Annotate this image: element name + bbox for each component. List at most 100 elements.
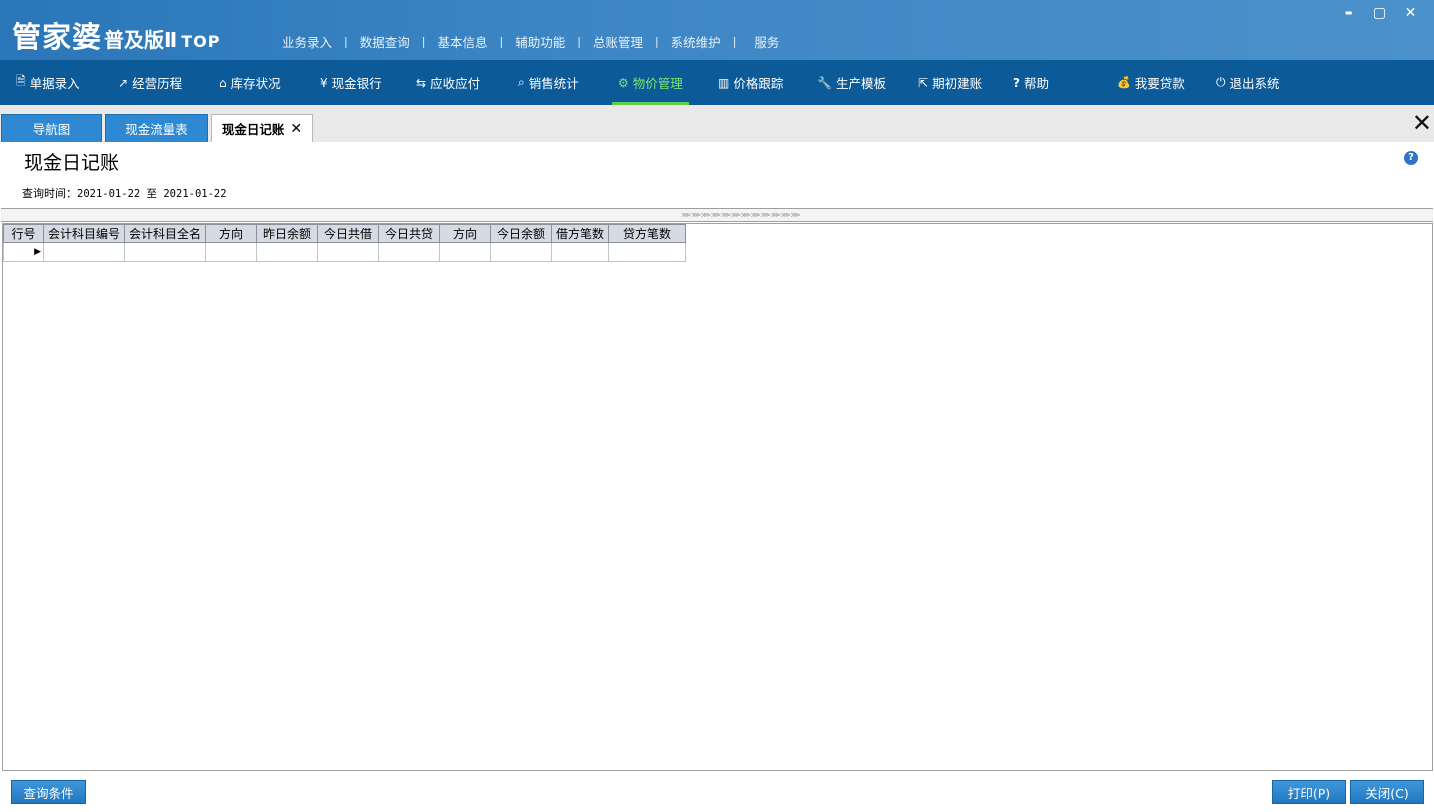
toolbar-label: 单据录入	[29, 76, 80, 91]
splitter[interactable]: ⋙⋙⋙⋙⋙⋙⋙⋙⋙⋙⋙⋙	[1, 208, 1433, 222]
query-time: 查询时间：2021-01-22 至 2021-01-22	[22, 185, 227, 201]
tab-strip: 导航图 现金流量表 现金日记账 ✕ ✕	[0, 105, 1434, 142]
menu-service[interactable]: 服务	[736, 32, 791, 51]
money-bag-icon: 💰	[1117, 76, 1131, 89]
toolbar-label: 现金银行	[331, 76, 382, 91]
query-time-value: 2021-01-22 至 2021-01-22	[77, 188, 227, 200]
grid-cell[interactable]	[551, 242, 609, 262]
toolbar-document-entry[interactable]: 🗎 单据录入	[16, 60, 80, 105]
question-icon: ?	[1013, 75, 1020, 90]
splitter-grip-icon[interactable]: ⋙⋙⋙⋙⋙⋙⋙⋙⋙⋙⋙⋙	[681, 211, 800, 219]
print-button[interactable]: 打印(P)	[1272, 780, 1346, 804]
menu-auxiliary[interactable]: 辅助功能	[503, 32, 577, 51]
toolbar-receivable-payable[interactable]: ⇆ 应收应付	[416, 60, 480, 105]
toolbar-business-history[interactable]: ↗ 经营历程	[118, 60, 182, 105]
home-icon: ⌂	[219, 75, 227, 90]
query-conditions-button[interactable]: 查询条件	[11, 780, 86, 804]
tab-label: 导航图	[32, 122, 71, 137]
column-header[interactable]: 今日共贷	[378, 224, 440, 243]
toolbar-label: 经营历程	[132, 76, 183, 91]
grid-cell[interactable]	[378, 242, 440, 262]
grid-cell[interactable]	[43, 242, 125, 262]
grid-cell[interactable]	[256, 242, 318, 262]
column-header[interactable]: 行号	[3, 224, 44, 243]
grid-cell[interactable]	[124, 242, 206, 262]
logo-top: TOP	[181, 32, 221, 51]
close-tab-icon[interactable]: ✕	[290, 121, 302, 137]
toolbar-loan[interactable]: 💰 我要贷款	[1117, 60, 1185, 105]
toolbar-cash-bank[interactable]: ¥ 现金银行	[320, 60, 382, 105]
toolbar-label: 价格跟踪	[733, 76, 784, 91]
gear-icon: ⚙	[618, 75, 629, 90]
toolbar-price-tracking[interactable]: ▥ 价格跟踪	[718, 60, 783, 105]
toolbar-label: 库存状况	[230, 76, 281, 91]
column-header[interactable]: 今日共借	[317, 224, 379, 243]
transfer-icon: ⇆	[416, 75, 427, 90]
table-row[interactable]: ▶	[3, 242, 686, 262]
toolbar-price-management[interactable]: ⚙ 物价管理	[612, 60, 689, 105]
column-header[interactable]: 贷方笔数	[608, 224, 686, 243]
column-header[interactable]: 会计科目编号	[43, 224, 125, 243]
query-time-label: 查询时间：	[22, 187, 77, 200]
toolbar-production-template[interactable]: 🔧 生产模板	[817, 60, 886, 105]
toolbar-sales-statistics[interactable]: ⌕ 销售统计	[518, 60, 579, 105]
menu-basic-info[interactable]: 基本信息	[425, 32, 499, 51]
column-header[interactable]: 今日余额	[490, 224, 552, 243]
external-link-icon: ⇱	[918, 75, 929, 90]
title-bar: 管家婆 普及版Ⅱ TOP 业务录入 | 数据查询 | 基本信息 | 辅助功能 | 总账管理 |…	[0, 0, 1434, 60]
grid-header-row: 行号 会计科目编号 会计科目全名 方向 昨日余额 今日共借 今日共贷 方向 今日…	[3, 224, 686, 243]
bottom-bar: 查询条件 打印(P) 关闭(C)	[0, 772, 1434, 812]
column-header[interactable]: 方向	[205, 224, 257, 243]
column-header[interactable]: 借方笔数	[551, 224, 609, 243]
toolbar-label: 退出系统	[1229, 76, 1280, 91]
power-icon: ⏻	[1216, 75, 1226, 89]
top-menu: 业务录入 | 数据查询 | 基本信息 | 辅助功能 | 总账管理 | 系统维护 | 服务	[270, 32, 791, 51]
tab-label: 现金流量表	[125, 122, 188, 137]
maximize-icon[interactable]: ▢	[1364, 4, 1395, 22]
toolbar-label: 帮助	[1023, 76, 1049, 91]
tab-label: 现金日记账	[221, 122, 285, 137]
app-logo: 管家婆 普及版Ⅱ TOP	[12, 14, 220, 56]
toolbar-opening-setup[interactable]: ⇱ 期初建账	[918, 60, 982, 105]
column-header[interactable]: 方向	[439, 224, 491, 243]
chart-line-icon: ↗	[118, 75, 129, 90]
column-header[interactable]: 会计科目全名	[124, 224, 206, 243]
grid-cell[interactable]	[205, 242, 257, 262]
close-icon[interactable]: ✕	[1395, 4, 1426, 22]
toolbar-label: 生产模板	[835, 76, 886, 91]
grid-cell[interactable]	[439, 242, 491, 262]
document-icon: 🗎	[16, 74, 26, 88]
tab-navigation-map[interactable]: 导航图	[1, 114, 102, 142]
menu-data-query[interactable]: 数据查询	[348, 32, 422, 51]
tab-cash-flow[interactable]: 现金流量表	[105, 114, 208, 142]
grid-cell[interactable]	[317, 242, 379, 262]
yen-icon: ¥	[320, 75, 328, 90]
minimize-icon[interactable]: ▬	[1333, 4, 1364, 22]
menu-business-entry[interactable]: 业务录入	[270, 32, 344, 51]
main-toolbar: 🗎 单据录入 ↗ 经营历程 ⌂ 库存状况 ¥ 现金银行 ⇆ 应收应付 ⌕ 销售统计 ⚙ 物价管…	[0, 60, 1434, 105]
window-controls: ▬ ▢ ✕	[1333, 4, 1426, 22]
logo-main: 管家婆	[12, 20, 103, 54]
data-grid[interactable]: 行号 会计科目编号 会计科目全名 方向 昨日余额 今日共借 今日共贷 方向 今日…	[2, 223, 1433, 771]
toolbar-exit[interactable]: ⏻ 退出系统	[1216, 60, 1280, 105]
wrench-icon: 🔧	[817, 75, 832, 90]
close-button[interactable]: 关闭(C)	[1350, 780, 1424, 804]
grid-cell[interactable]	[608, 242, 686, 262]
close-all-icon[interactable]: ✕	[1412, 111, 1432, 135]
row-indicator-icon: ▶	[3, 242, 44, 262]
logo-sub: 普及版Ⅱ	[104, 28, 178, 52]
menu-general-ledger[interactable]: 总账管理	[581, 32, 655, 51]
grid-cell[interactable]	[490, 242, 552, 262]
page-title: 现金日记账	[24, 152, 120, 174]
toolbar-inventory-status[interactable]: ⌂ 库存状况	[219, 60, 281, 105]
column-header[interactable]: 昨日余额	[256, 224, 318, 243]
help-icon[interactable]: ?	[1404, 151, 1418, 165]
toolbar-label: 物价管理	[632, 76, 683, 91]
tab-cash-journal[interactable]: 现金日记账 ✕	[211, 114, 313, 142]
toolbar-label: 我要贷款	[1134, 76, 1185, 91]
bar-chart-icon: ▥	[718, 75, 730, 90]
toolbar-help[interactable]: ? 帮助	[1013, 60, 1049, 105]
toolbar-label: 销售统计	[528, 76, 579, 91]
menu-system-maintenance[interactable]: 系统维护	[659, 32, 733, 51]
search-icon: ⌕	[518, 75, 525, 89]
